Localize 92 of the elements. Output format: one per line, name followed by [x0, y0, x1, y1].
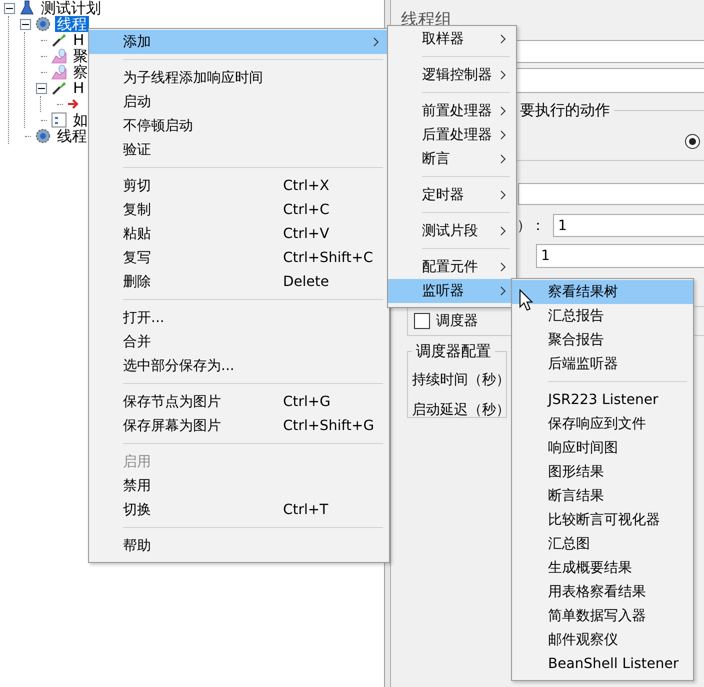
gear-icon [35, 128, 51, 144]
field-label: 持续时间（秒） [412, 371, 510, 389]
menu-item[interactable]: 断言 [388, 147, 516, 171]
menu-item[interactable]: 复制 Ctrl+C [89, 198, 389, 222]
menu-item[interactable]: 汇总图 [512, 532, 693, 556]
menu-item[interactable]: 邮件观察仪 [512, 628, 693, 652]
menu-item[interactable]: 切换 Ctrl+T [89, 498, 389, 522]
shortcut-text: Ctrl+G [283, 394, 332, 410]
checkbox[interactable] [414, 313, 430, 329]
menu-item[interactable]: 比较断言可视化器 [512, 508, 693, 532]
menu-item[interactable]: 合并 [89, 330, 389, 354]
chart-icon [51, 64, 67, 80]
menu-item[interactable]: 响应时间图 [512, 436, 693, 460]
shortcut-text: Ctrl+C [283, 202, 330, 218]
menu-item[interactable]: 打开... [89, 306, 389, 330]
tree-item[interactable]: H [71, 32, 86, 48]
tree-item[interactable]: 线程 [55, 16, 89, 32]
menu-item[interactable]: 不停顿启动 [89, 114, 389, 138]
menu-item[interactable]: BeanShell Listener [512, 652, 693, 676]
collapse-toggle[interactable] [4, 2, 14, 14]
menu-item[interactable]: 启动 [89, 90, 389, 114]
menu-item[interactable]: 为子线程添加响应时间 [89, 66, 389, 90]
collapse-toggle[interactable] [36, 82, 46, 94]
collapse-toggle[interactable] [20, 18, 30, 30]
tree-item[interactable]: 如 [71, 112, 90, 128]
radio-button[interactable] [685, 134, 700, 149]
menu-item[interactable]: 保存响应到文件 [512, 412, 693, 436]
pipette-icon [51, 80, 67, 96]
shortcut-text: Ctrl+Shift+G [283, 418, 374, 434]
menu-item[interactable]: 定时器 [388, 183, 516, 207]
menu-item[interactable]: 帮助 [89, 534, 389, 558]
chevron-right-icon [500, 286, 506, 296]
shortcut-text: Delete [283, 274, 330, 290]
menu-item[interactable]: 用表格察看结果 [512, 580, 693, 604]
menu-item[interactable]: 取样器 [388, 27, 516, 51]
menu-item[interactable]: 前置处理器 [388, 99, 516, 123]
menu-item[interactable]: 后置处理器 [388, 123, 516, 147]
menu-item[interactable]: 粘贴 Ctrl+V [89, 222, 389, 246]
chevron-right-icon [500, 34, 506, 44]
tree-item[interactable]: 察 [71, 64, 90, 80]
group-label: 调度器配置 [415, 342, 492, 361]
field-label: 启动延迟（秒） [412, 401, 510, 419]
menu-item[interactable]: 生成概要结果 [512, 556, 693, 580]
menu-item[interactable]: 删除 Delete [89, 270, 389, 294]
document-icon [51, 112, 67, 128]
mouse-pointer-icon [519, 289, 533, 311]
field-label: ）： [517, 216, 545, 234]
loop-field[interactable]: 1 [536, 244, 704, 268]
menu-item[interactable]: 复写 Ctrl+Shift+C [89, 246, 389, 270]
tree-item[interactable]: H [71, 80, 86, 96]
chevron-right-icon [500, 190, 506, 200]
menu-item[interactable]: 逻辑控制器 [388, 63, 516, 87]
menu-item[interactable]: 汇总报告 [512, 304, 693, 328]
menu-item[interactable]: 添加 [89, 30, 389, 54]
menu-item[interactable]: 察看结果树 [512, 280, 693, 304]
chevron-right-icon [500, 262, 506, 272]
chevron-right-icon [500, 154, 506, 164]
shortcut-text: Ctrl+V [283, 226, 330, 242]
tree-item[interactable]: 线程 [55, 128, 89, 144]
chevron-right-icon [500, 106, 506, 116]
group-label: 要执行的动作 [519, 101, 611, 120]
chart-icon [51, 48, 67, 64]
menu-item[interactable]: 禁用 [89, 474, 389, 498]
shortcut-text: Ctrl+Shift+C [283, 250, 373, 266]
gear-icon [35, 16, 51, 32]
checkbox-label: 调度器 [436, 312, 478, 330]
menu-item[interactable]: 验证 [89, 138, 389, 162]
menu-item[interactable]: 断言结果 [512, 484, 693, 508]
menu-item[interactable]: 剪切 Ctrl+X [89, 174, 389, 198]
menu-item[interactable]: 测试片段 [388, 219, 516, 243]
menu-item[interactable]: 配置元件 [388, 255, 516, 279]
menu-item[interactable]: 保存屏幕为图片 Ctrl+Shift+G [89, 414, 389, 438]
chevron-right-icon [500, 226, 506, 236]
count-field[interactable]: 1 [553, 214, 704, 237]
shortcut-text: Ctrl+X [283, 178, 330, 194]
chevron-right-icon [373, 37, 379, 47]
flask-icon [19, 0, 35, 16]
menu-item[interactable]: 聚合报告 [512, 328, 693, 352]
menu-item[interactable]: 选中部分保存为... [89, 354, 389, 378]
chevron-right-icon [500, 70, 506, 80]
menu-item[interactable]: 后端监听器 [512, 352, 693, 376]
arrow-icon[interactable] [67, 98, 79, 110]
menu-item[interactable]: 图形结果 [512, 460, 693, 484]
shortcut-text: Ctrl+T [283, 502, 330, 518]
chevron-right-icon [500, 130, 506, 140]
text-field[interactable] [518, 183, 704, 205]
tree-item[interactable]: 聚 [71, 48, 90, 64]
menu-item[interactable]: 保存节点为图片 Ctrl+G [89, 390, 389, 414]
tree-item[interactable]: 测试计划 [39, 0, 103, 16]
menu-item[interactable]: 简单数据写入器 [512, 604, 693, 628]
pipette-icon [51, 32, 67, 48]
menu-item[interactable]: JSR223 Listener [512, 388, 693, 412]
